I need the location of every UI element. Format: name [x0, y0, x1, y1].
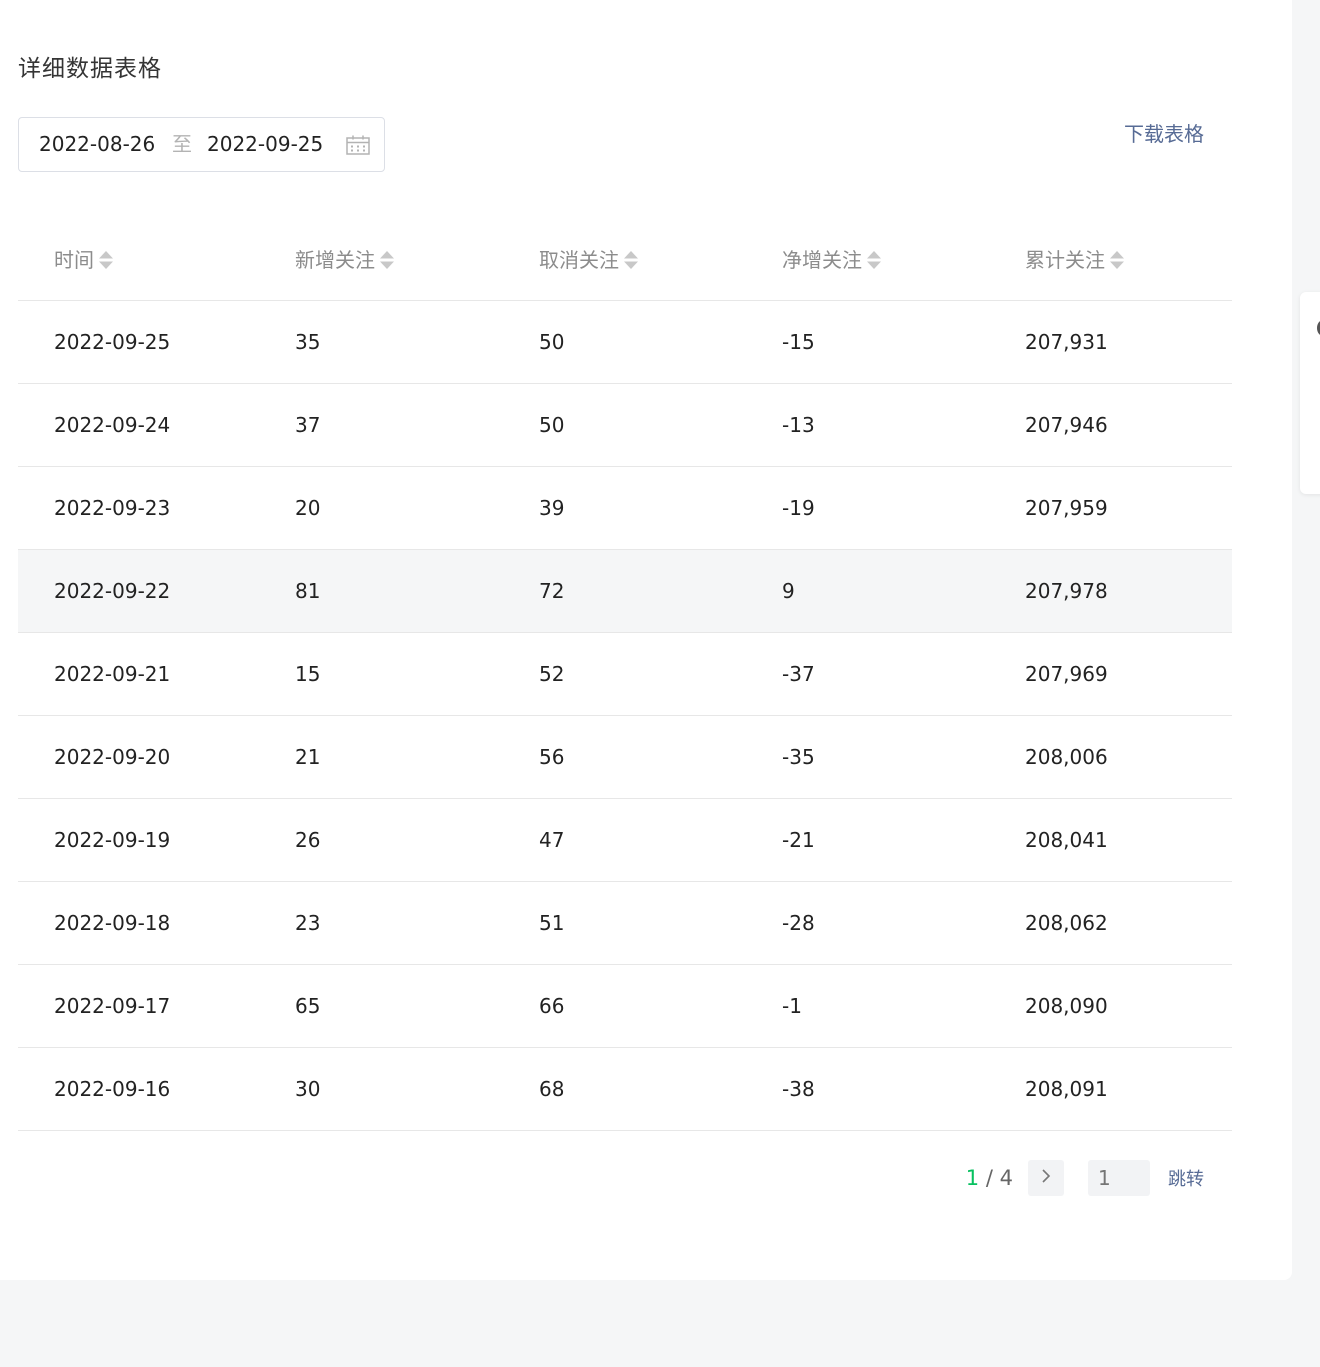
table-cell: 51	[539, 911, 565, 935]
jump-button[interactable]: 跳转	[1168, 1165, 1204, 1191]
table-cell: -19	[782, 496, 815, 520]
data-card: 详细数据表格 2022-08-26 至 2022-09-25 下载表格 时间 新增…	[0, 0, 1292, 1280]
table-cell: 208,090	[1025, 994, 1108, 1018]
column-label: 累计关注	[1025, 248, 1105, 272]
table-cell: 21	[295, 745, 321, 769]
page-indicator: 1 / 4	[966, 1160, 1013, 1196]
table-body: 2022-09-25 35 50 -15 207,931 2022-09-24 37 50 -1…	[18, 301, 1232, 1131]
date-range-end[interactable]: 2022-09-25	[207, 118, 323, 171]
table-row: 2022-09-19 26 47 -21 208,041	[18, 799, 1232, 882]
header-new-follows[interactable]: 新增关注	[295, 220, 395, 300]
table-cell: 207,931	[1025, 330, 1108, 354]
header-time[interactable]: 时间	[54, 220, 114, 300]
table-cell: 37	[295, 413, 321, 437]
side-floating-panel[interactable]	[1300, 292, 1320, 494]
column-label: 取消关注	[539, 248, 619, 272]
table-row: 2022-09-16 30 68 -38 208,091	[18, 1048, 1232, 1131]
table-row: 2022-09-24 37 50 -13 207,946	[18, 384, 1232, 467]
table-cell: 9	[782, 579, 795, 603]
table-cell: 208,062	[1025, 911, 1108, 935]
table-row: 2022-09-22 81 72 9 207,978	[18, 550, 1232, 633]
table-row: 2022-09-17 65 66 -1 208,090	[18, 965, 1232, 1048]
date-range-separator: 至	[172, 132, 192, 156]
calendar-icon[interactable]	[346, 135, 370, 155]
table-cell: 66	[539, 994, 565, 1018]
table-cell: 2022-09-24	[54, 413, 171, 437]
table-cell: 50	[539, 413, 565, 437]
data-table: 时间 新增关注 取消关注 净增关注 累计关注 2022-09-25 35 50 -15 207,…	[18, 220, 1232, 1131]
table-cell: 2022-09-25	[54, 330, 171, 354]
table-cell: 15	[295, 662, 321, 686]
current-page: 1	[965, 1166, 980, 1190]
sort-icon[interactable]	[623, 249, 639, 271]
table-cell: 2022-09-22	[54, 579, 171, 603]
section-title: 详细数据表格	[18, 56, 162, 82]
header-unfollows[interactable]: 取消关注	[539, 220, 639, 300]
table-cell: 208,041	[1025, 828, 1108, 852]
table-cell: 56	[539, 745, 565, 769]
table-cell: -15	[782, 330, 815, 354]
table-row: 2022-09-20 21 56 -35 208,006	[18, 716, 1232, 799]
header-net-follows[interactable]: 净增关注	[782, 220, 882, 300]
table-cell: -1	[782, 994, 802, 1018]
total-pages: 4	[999, 1166, 1013, 1190]
table-row: 2022-09-25 35 50 -15 207,931	[18, 301, 1232, 384]
sort-icon[interactable]	[379, 249, 395, 271]
table-cell: 47	[539, 828, 565, 852]
table-row: 2022-09-23 20 39 -19 207,959	[18, 467, 1232, 550]
next-page-button[interactable]	[1028, 1160, 1064, 1196]
table-cell: -37	[782, 662, 815, 686]
download-table-link[interactable]: 下载表格	[1124, 120, 1204, 148]
table-cell: 208,006	[1025, 745, 1108, 769]
table-cell: 2022-09-18	[54, 911, 171, 935]
sort-icon[interactable]	[1109, 249, 1125, 271]
table-cell: 35	[295, 330, 321, 354]
table-cell: 65	[295, 994, 321, 1018]
chevron-right-icon	[1040, 1168, 1052, 1188]
header-total-follows[interactable]: 累计关注	[1025, 220, 1125, 300]
table-cell: 23	[295, 911, 321, 935]
table-cell: 2022-09-20	[54, 745, 171, 769]
table-cell: -38	[782, 1077, 815, 1101]
table-cell: 30	[295, 1077, 321, 1101]
table-cell: 52	[539, 662, 565, 686]
sort-icon[interactable]	[866, 249, 882, 271]
table-cell: 2022-09-19	[54, 828, 171, 852]
table-cell: 72	[539, 579, 565, 603]
page-separator: /	[985, 1166, 993, 1190]
table-cell: 208,091	[1025, 1077, 1108, 1101]
table-cell: 2022-09-16	[54, 1077, 171, 1101]
pagination: 1 / 4 跳转	[966, 1160, 1204, 1196]
column-label: 新增关注	[295, 248, 375, 272]
table-cell: -13	[782, 413, 815, 437]
table-cell: -21	[782, 828, 815, 852]
table-cell: 207,959	[1025, 496, 1108, 520]
page-jump-input[interactable]	[1088, 1160, 1150, 1196]
table-cell: 20	[295, 496, 321, 520]
table-cell: 50	[539, 330, 565, 354]
table-cell: 39	[539, 496, 565, 520]
table-cell: 68	[539, 1077, 565, 1101]
table-cell: 2022-09-23	[54, 496, 171, 520]
table-cell: 81	[295, 579, 321, 603]
table-row: 2022-09-21 15 52 -37 207,969	[18, 633, 1232, 716]
date-range-start[interactable]: 2022-08-26	[39, 118, 155, 171]
table-cell: 2022-09-21	[54, 662, 171, 686]
table-cell: 207,969	[1025, 662, 1108, 686]
table-cell: 207,978	[1025, 579, 1108, 603]
column-label: 净增关注	[782, 248, 862, 272]
table-cell: 26	[295, 828, 321, 852]
sort-icon[interactable]	[98, 249, 114, 271]
table-header: 时间 新增关注 取消关注 净增关注 累计关注	[18, 220, 1232, 301]
table-cell: -35	[782, 745, 815, 769]
table-cell: 2022-09-17	[54, 994, 171, 1018]
date-range-picker[interactable]: 2022-08-26 至 2022-09-25	[18, 117, 385, 172]
table-cell: 207,946	[1025, 413, 1108, 437]
column-label: 时间	[54, 248, 94, 272]
table-row: 2022-09-18 23 51 -28 208,062	[18, 882, 1232, 965]
table-cell: -28	[782, 911, 815, 935]
